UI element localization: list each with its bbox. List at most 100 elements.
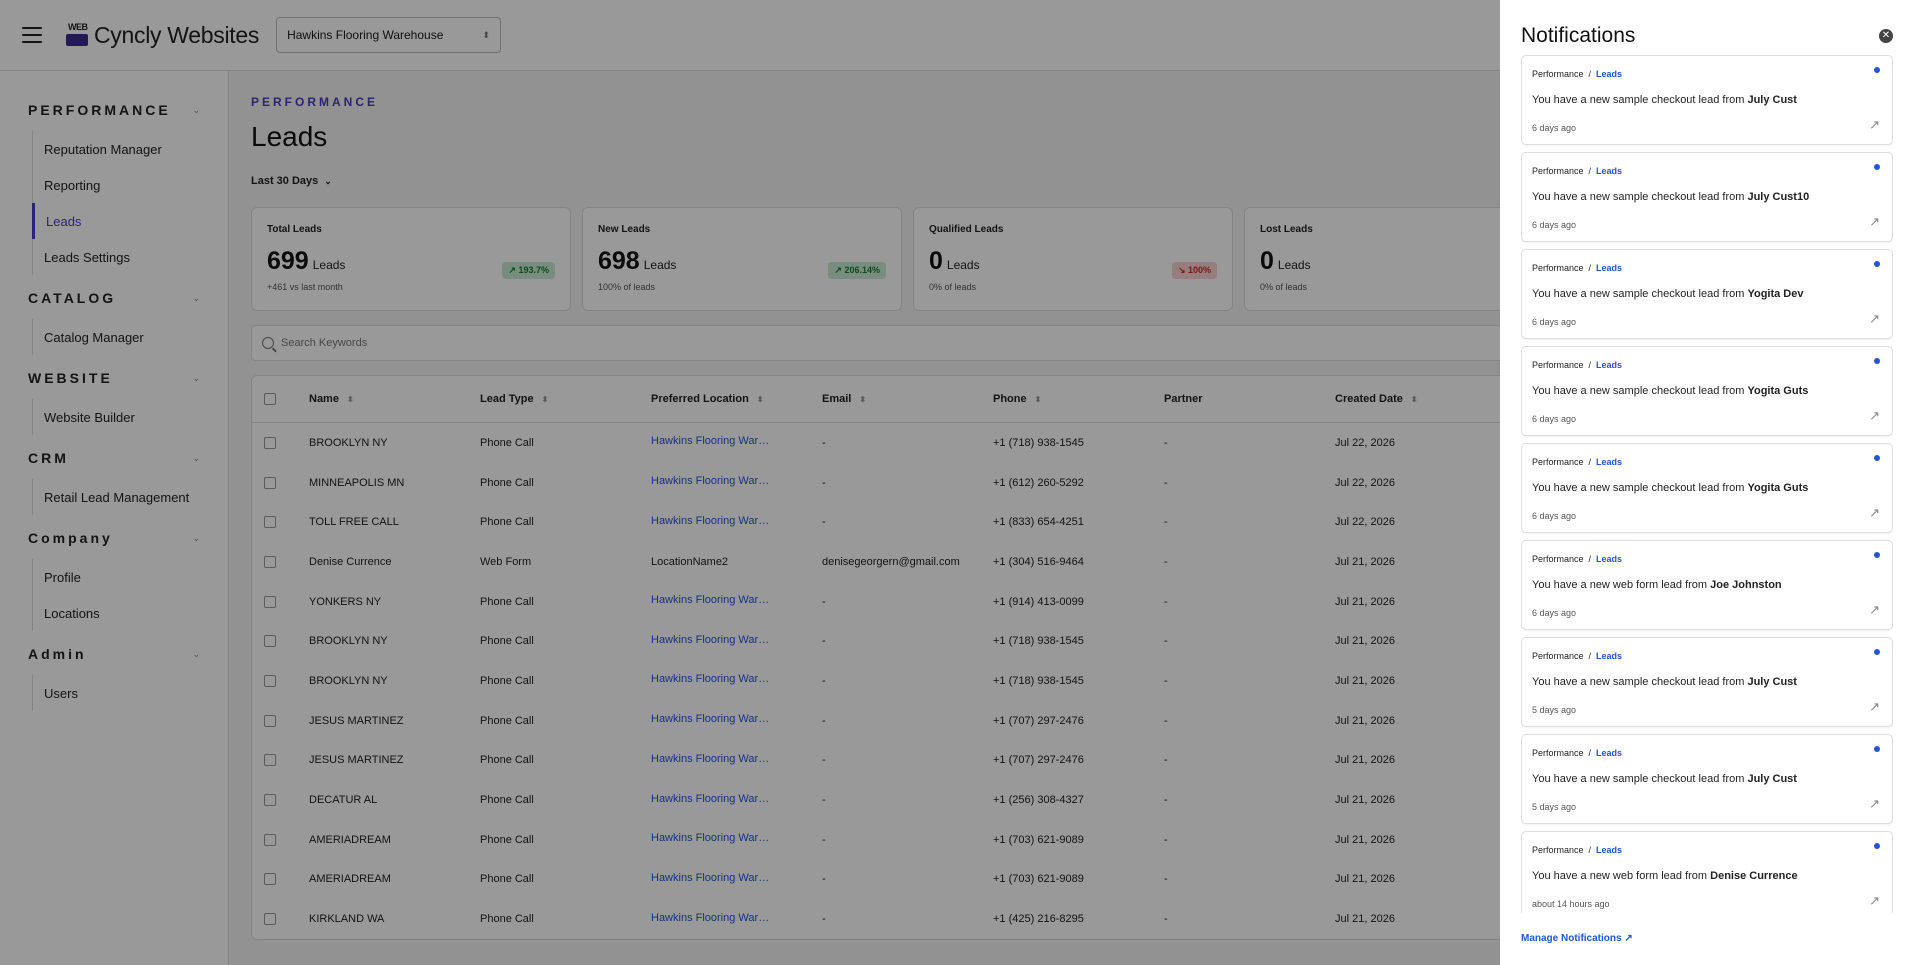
notification-message: You have a new sample checkout lead from… [1532,385,1882,397]
breadcrumb-leads-link[interactable]: Leads [1596,69,1622,79]
notification-lead-name: Yogita Guts [1747,482,1809,494]
notifications-title: Notifications [1521,24,1636,47]
notification-text: You have a new sample checkout lead from [1532,191,1748,203]
breadcrumb-separator: / [1588,651,1592,661]
notification-time: 5 days ago [1532,802,1577,812]
notification-message: You have a new sample checkout lead from… [1532,288,1882,300]
notification-message: You have a new web form lead from Joe Jo… [1532,579,1882,591]
breadcrumb-root: Performance [1532,554,1584,564]
unread-dot [1874,649,1880,655]
open-arrow-icon[interactable]: ↗ [1869,117,1880,133]
breadcrumb-root: Performance [1532,651,1584,661]
notification-text: You have a new sample checkout lead from [1532,773,1748,785]
notification-item[interactable]: Performance / Leads You have a new sample c… [1521,443,1893,533]
unread-dot [1874,455,1880,461]
notification-message: You have a new sample checkout lead from… [1532,191,1882,203]
open-arrow-icon[interactable]: ↗ [1869,505,1880,521]
notification-time: 5 days ago [1532,705,1577,715]
notification-breadcrumb: Performance / Leads [1532,457,1882,467]
breadcrumb-separator: / [1588,748,1592,758]
notification-item[interactable]: Performance / Leads You have a new sample c… [1521,152,1893,242]
unread-dot [1874,552,1880,558]
notification-lead-name: Yogita Guts [1747,385,1809,397]
unread-dot [1874,843,1880,849]
notification-item[interactable]: Performance / Leads You have a new web form… [1521,540,1893,630]
breadcrumb-leads-link[interactable]: Leads [1596,457,1622,467]
notification-item[interactable]: Performance / Leads You have a new sample c… [1521,346,1893,436]
notification-lead-name: Yogita Dev [1747,288,1804,300]
notification-breadcrumb: Performance / Leads [1532,69,1882,79]
breadcrumb-root: Performance [1532,360,1584,370]
notification-item[interactable]: Performance / Leads You have a new sample c… [1521,637,1893,727]
unread-dot [1874,67,1880,73]
notification-text: You have a new sample checkout lead from [1532,482,1748,494]
notification-time: 6 days ago [1532,608,1577,618]
notification-item[interactable]: Performance / Leads You have a new sample c… [1521,249,1893,339]
breadcrumb-separator: / [1588,263,1592,273]
notification-breadcrumb: Performance / Leads [1532,748,1882,758]
breadcrumb-separator: / [1588,69,1592,79]
breadcrumb-separator: / [1588,166,1592,176]
breadcrumb-root: Performance [1532,457,1584,467]
notification-lead-name: July Cust [1747,94,1797,106]
notification-breadcrumb: Performance / Leads [1532,845,1882,855]
notification-time: about 14 hours ago [1532,899,1610,909]
notification-text: You have a new web form lead from [1532,870,1711,882]
notification-breadcrumb: Performance / Leads [1532,554,1882,564]
notification-breadcrumb: Performance / Leads [1532,651,1882,661]
notification-time: 6 days ago [1532,123,1577,133]
unread-dot [1874,746,1880,752]
notification-lead-name: July Cust [1747,676,1797,688]
breadcrumb-leads-link[interactable]: Leads [1596,845,1622,855]
notification-text: You have a new sample checkout lead from [1532,94,1748,106]
open-arrow-icon[interactable]: ↗ [1869,408,1880,424]
breadcrumb-separator: / [1588,360,1592,370]
notification-breadcrumb: Performance / Leads [1532,360,1882,370]
notification-message: You have a new sample checkout lead from… [1532,94,1882,106]
notification-lead-name: July Cust [1747,773,1797,785]
close-icon[interactable]: ✕ [1879,29,1893,43]
notification-message: You have a new sample checkout lead from… [1532,482,1882,494]
notification-text: You have a new sample checkout lead from [1532,385,1748,397]
breadcrumb-root: Performance [1532,748,1584,758]
notification-message: You have a new sample checkout lead from… [1532,773,1882,785]
notification-item[interactable]: Performance / Leads You have a new web form… [1521,831,1893,913]
breadcrumb-leads-link[interactable]: Leads [1596,263,1622,273]
breadcrumb-leads-link[interactable]: Leads [1596,166,1622,176]
open-arrow-icon[interactable]: ↗ [1869,214,1880,230]
open-arrow-icon[interactable]: ↗ [1869,699,1880,715]
modal-overlay[interactable] [0,0,1500,965]
open-arrow-icon[interactable]: ↗ [1869,796,1880,812]
unread-dot [1874,164,1880,170]
notification-list: Performance / Leads You have a new sample c… [1521,55,1893,913]
notification-lead-name: July Cust10 [1747,191,1810,203]
manage-notifications-link[interactable]: Manage Notifications ↗ [1521,933,1633,944]
breadcrumb-leads-link[interactable]: Leads [1596,651,1622,661]
breadcrumb-separator: / [1588,845,1592,855]
notification-message: You have a new web form lead from Denise… [1532,870,1882,882]
notification-message: You have a new sample checkout lead from… [1532,676,1882,688]
breadcrumb-leads-link[interactable]: Leads [1596,748,1622,758]
open-arrow-icon[interactable]: ↗ [1869,311,1880,327]
unread-dot [1874,358,1880,364]
notification-item[interactable]: Performance / Leads You have a new sample c… [1521,734,1893,824]
breadcrumb-root: Performance [1532,845,1584,855]
notification-text: You have a new sample checkout lead from [1532,288,1748,300]
breadcrumb-root: Performance [1532,69,1584,79]
notification-text: You have a new sample checkout lead from [1532,676,1748,688]
notification-lead-name: Denise Currence [1710,870,1798,882]
breadcrumb-leads-link[interactable]: Leads [1596,554,1622,564]
notification-lead-name: Joe Johnston [1710,579,1782,591]
notification-breadcrumb: Performance / Leads [1532,263,1882,273]
open-arrow-icon[interactable]: ↗ [1869,893,1880,909]
notification-item[interactable]: Performance / Leads You have a new sample c… [1521,55,1893,145]
unread-dot [1874,261,1880,267]
notification-time: 6 days ago [1532,220,1577,230]
notification-time: 6 days ago [1532,414,1577,424]
notifications-panel: Notifications ✕ Performance / Leads You hav… [1500,0,1918,965]
notification-time: 6 days ago [1532,317,1577,327]
breadcrumb-leads-link[interactable]: Leads [1596,360,1622,370]
open-arrow-icon[interactable]: ↗ [1869,602,1880,618]
breadcrumb-separator: / [1588,554,1592,564]
breadcrumb-root: Performance [1532,263,1584,273]
